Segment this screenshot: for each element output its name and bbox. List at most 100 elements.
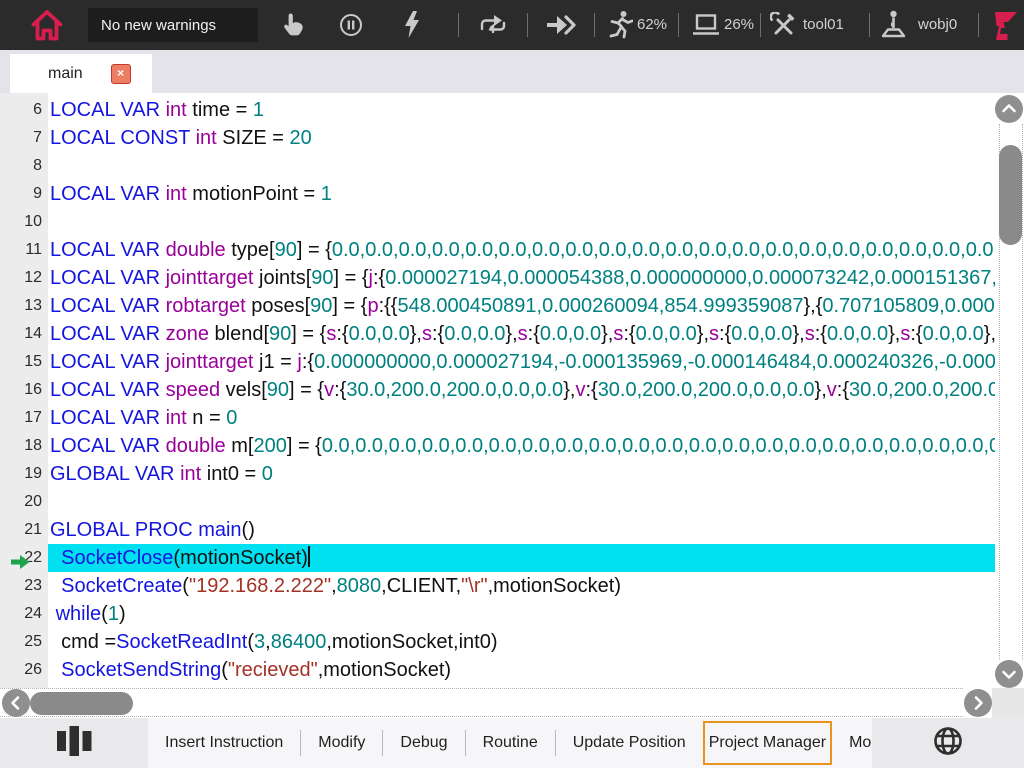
code-text[interactable]: LOCAL VAR zone blend[90] = {s:{0.0,0.0},… [48, 320, 995, 348]
wobj-value[interactable]: wobj0 [918, 16, 957, 33]
divider [678, 13, 679, 37]
code-line-12[interactable]: 12LOCAL VAR jointtarget joints[90] = {j:… [0, 264, 1024, 292]
scroll-down-button[interactable] [995, 660, 1023, 688]
vertical-scrollbar-thumb[interactable] [999, 145, 1022, 245]
toolbar-button-project-manager[interactable]: Project Manager [703, 721, 832, 765]
repeat-once-icon[interactable] [478, 15, 508, 40]
horizontal-scrollbar-track[interactable] [0, 688, 963, 717]
menu-bars-icon[interactable] [56, 725, 92, 762]
line-number: 26 [0, 656, 48, 684]
code-line-15[interactable]: 15LOCAL VAR jointtarget j1 = j:{0.000000… [0, 348, 1024, 376]
line-number: 12 [0, 264, 48, 292]
code-text[interactable]: SocketClose(motionSocket) [48, 544, 995, 572]
toolbar-buttons: Insert InstructionModifyDebugRoutineUpda… [148, 718, 872, 768]
code-text[interactable]: LOCAL VAR int time = 1 [48, 96, 995, 124]
code-line-9[interactable]: 9LOCAL VAR int motionPoint = 1 [0, 180, 1024, 208]
code-text[interactable]: GLOBAL VAR int int0 = 0 [48, 460, 995, 488]
line-number: 10 [0, 208, 48, 236]
code-text[interactable]: LOCAL VAR jointtarget j1 = j:{0.00000000… [48, 348, 995, 376]
scroll-up-button[interactable] [995, 95, 1023, 123]
code-text[interactable]: cmd =SocketReadInt(3,86400,motionSocket,… [48, 628, 995, 656]
code-text[interactable]: SocketSendString("recieved",motionSocket… [48, 656, 995, 684]
code-line-16[interactable]: 16LOCAL VAR speed vels[90] = {v:{30.0,20… [0, 376, 1024, 404]
toolbar-right-section [872, 718, 1024, 768]
code-line-25[interactable]: 25 cmd =SocketReadInt(3,86400,motionSock… [0, 628, 1024, 656]
line-number: 17 [0, 404, 48, 432]
home-icon[interactable] [26, 5, 68, 50]
speed-value[interactable]: 62% [637, 16, 667, 33]
tool-value[interactable]: tool01 [803, 16, 844, 33]
joystick-icon[interactable] [879, 10, 907, 45]
code-text[interactable]: LOCAL VAR robtarget poses[90] = {p:{{548… [48, 292, 995, 320]
scroll-left-button[interactable] [2, 689, 30, 717]
toolbar-button-routine[interactable]: Routine [466, 718, 555, 768]
code-line-20[interactable]: 20 [0, 488, 1024, 516]
code-line-11[interactable]: 11LOCAL VAR double type[90] = {0.0,0.0,0… [0, 236, 1024, 264]
globe-icon[interactable] [931, 724, 965, 763]
pause-circle-icon[interactable] [339, 13, 363, 42]
code-text[interactable]: while(1) [48, 600, 995, 628]
code-line-17[interactable]: 17LOCAL VAR int n = 0 [0, 404, 1024, 432]
code-line-10[interactable]: 10 [0, 208, 1024, 236]
code-line-23[interactable]: 23 SocketCreate("192.168.2.222",8080,CLI… [0, 572, 1024, 600]
line-number: 21 [0, 516, 48, 544]
scroll-right-button[interactable] [964, 689, 992, 717]
line-number: 25 [0, 628, 48, 656]
code-line-21[interactable]: 21GLOBAL PROC main() [0, 516, 1024, 544]
text-cursor [308, 546, 310, 567]
tab-close-icon[interactable] [111, 64, 131, 84]
code-text[interactable]: GLOBAL PROC main() [48, 516, 995, 544]
tab-main-label: main [48, 65, 83, 83]
warning-text: No new warnings [101, 17, 216, 34]
step-forward-icon[interactable] [546, 15, 578, 40]
tools-icon[interactable] [770, 12, 797, 44]
code-text[interactable] [48, 152, 995, 180]
code-text[interactable] [48, 208, 995, 236]
code-line-14[interactable]: 14LOCAL VAR zone blend[90] = {s:{0.0,0.0… [0, 320, 1024, 348]
code-line-7[interactable]: 7LOCAL CONST int SIZE = 20 [0, 124, 1024, 152]
line-number: 20 [0, 488, 48, 516]
code-line-26[interactable]: 26 SocketSendString("recieved",motionSoc… [0, 656, 1024, 684]
line-number: 8 [0, 152, 48, 180]
code-text[interactable]: LOCAL VAR speed vels[90] = {v:{30.0,200.… [48, 376, 995, 404]
code-text[interactable]: LOCAL VAR double type[90] = {0.0,0.0,0.0… [48, 236, 995, 264]
line-number: 7 [0, 124, 48, 152]
code-line-8[interactable]: 8 [0, 152, 1024, 180]
line-number: 15 [0, 348, 48, 376]
code-editor[interactable]: 6LOCAL VAR int time = 17LOCAL CONST int … [0, 93, 1024, 688]
warning-status-box[interactable]: No new warnings [88, 8, 258, 42]
code-line-22[interactable]: 22 SocketClose(motionSocket) [0, 544, 1024, 572]
tab-main[interactable]: main [10, 54, 152, 93]
hand-pointer-icon[interactable] [280, 12, 305, 43]
code-text[interactable]: LOCAL VAR jointtarget joints[90] = {j:{0… [48, 264, 995, 292]
laptop-icon[interactable] [691, 14, 721, 41]
line-number: 19 [0, 460, 48, 488]
code-text[interactable]: LOCAL VAR int n = 0 [48, 404, 995, 432]
code-text[interactable]: SocketCreate("192.168.2.222",8080,CLIENT… [48, 572, 995, 600]
divider [978, 13, 979, 37]
chevron-down-icon [1001, 666, 1017, 682]
code-line-18[interactable]: 18LOCAL VAR double m[200] = {0.0,0.0,0.0… [0, 432, 1024, 460]
lightning-icon[interactable] [403, 11, 421, 44]
horizontal-scrollbar-thumb[interactable] [30, 692, 133, 715]
scrollbar-corner [992, 688, 1024, 718]
divider [869, 13, 870, 37]
code-text[interactable] [48, 488, 995, 516]
code-line-19[interactable]: 19GLOBAL VAR int int0 = 0 [0, 460, 1024, 488]
line-number: 16 [0, 376, 48, 404]
toolbar-button-insert-instruction[interactable]: Insert Instruction [148, 718, 300, 768]
toolbar-button-debug[interactable]: Debug [383, 718, 464, 768]
code-line-13[interactable]: 13LOCAL VAR robtarget poses[90] = {p:{{5… [0, 292, 1024, 320]
toolbar-button-update-position[interactable]: Update Position [556, 718, 703, 768]
code-line-24[interactable]: 24 while(1) [0, 600, 1024, 628]
chevron-left-icon [8, 695, 24, 711]
code-text[interactable]: LOCAL CONST int SIZE = 20 [48, 124, 995, 152]
toolbar-left-section [0, 718, 148, 768]
runner-icon[interactable] [607, 10, 633, 44]
brand-logo-icon [991, 7, 1019, 48]
toolbar-button-modify[interactable]: Modify [301, 718, 382, 768]
screen-value[interactable]: 26% [724, 16, 754, 33]
code-text[interactable]: LOCAL VAR double m[200] = {0.0,0.0,0.0,0… [48, 432, 995, 460]
code-text[interactable]: LOCAL VAR int motionPoint = 1 [48, 180, 995, 208]
code-line-6[interactable]: 6LOCAL VAR int time = 1 [0, 96, 1024, 124]
